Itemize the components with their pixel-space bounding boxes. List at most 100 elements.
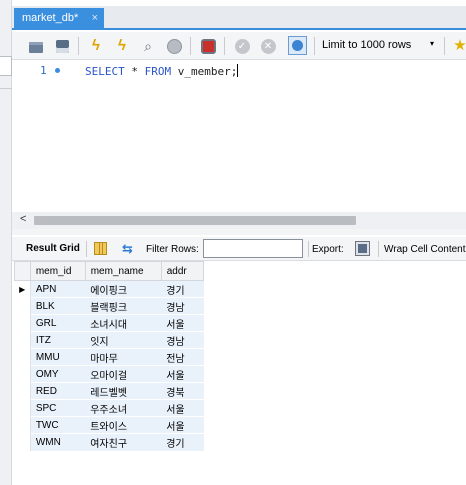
table-row[interactable]: GRL 소녀시대 서울	[14, 314, 204, 332]
table-row[interactable]: WMN 여자친구 경기	[14, 433, 204, 451]
filter-rows-input[interactable]	[203, 239, 303, 258]
cell-mem-name[interactable]: 소녀시대	[85, 314, 162, 332]
scroll-left-icon[interactable]: <	[20, 213, 26, 225]
export-label: Export:	[312, 244, 344, 255]
table-row[interactable]: ▶ APN 에이핑크 경기	[14, 280, 204, 298]
stop-on-error-icon[interactable]	[200, 38, 216, 54]
cell-mem-name[interactable]: 마마무	[85, 348, 162, 366]
cell-mem-name[interactable]: 우주소녀	[85, 399, 162, 417]
sql-code-line[interactable]: SELECT * FROM v_member;	[85, 64, 239, 78]
cell-addr[interactable]: 서울	[161, 416, 204, 434]
toolbar-separator	[78, 37, 79, 55]
filter-rows-label: Filter Rows:	[146, 244, 199, 255]
cell-mem-id[interactable]: ITZ	[30, 331, 86, 349]
left-panel-input-edge[interactable]	[0, 56, 12, 76]
tab-market-db[interactable]: market_db* ×	[14, 8, 104, 30]
explain-icon[interactable]: ⌕	[140, 38, 156, 54]
cell-mem-name[interactable]: 에이핑크	[85, 280, 162, 298]
table-row[interactable]: MMU 마마무 전남	[14, 348, 204, 366]
rollback-icon[interactable]: ✕	[260, 38, 276, 54]
table-row[interactable]: TWC 트와이스 서울	[14, 416, 204, 434]
result-grid-label[interactable]: Result Grid	[26, 243, 80, 254]
toolbar-separator	[86, 241, 87, 257]
cell-mem-id[interactable]: GRL	[30, 314, 86, 332]
sql-text: v_member;	[171, 65, 238, 78]
row-indicator[interactable]	[14, 416, 31, 434]
wrap-cell-content-label[interactable]: Wrap Cell Content	[384, 244, 466, 255]
left-panel-divider	[0, 88, 12, 89]
scrollbar-thumb[interactable]	[34, 216, 356, 225]
cell-mem-name[interactable]: 트와이스	[85, 416, 162, 434]
row-indicator[interactable]	[14, 348, 31, 366]
row-indicator-header	[14, 261, 31, 281]
execute-current-icon[interactable]: ϟ	[114, 38, 130, 54]
chevron-down-icon[interactable]: ▾	[430, 39, 434, 48]
stop-icon[interactable]	[166, 38, 182, 54]
cell-addr[interactable]: 경기	[161, 433, 204, 451]
toolbar-separator	[190, 37, 191, 55]
cell-mem-id[interactable]: WMN	[30, 433, 86, 451]
export-icon[interactable]	[355, 241, 370, 256]
cell-mem-id[interactable]: TWC	[30, 416, 86, 434]
execute-icon[interactable]: ϟ	[88, 38, 104, 54]
cell-addr[interactable]: 경기	[161, 280, 204, 298]
cell-addr[interactable]: 경남	[161, 297, 204, 315]
result-grid: mem_id mem_name addr ▶ APN 에이핑크 경기 BLK 블랙핑크 경남…	[14, 261, 205, 451]
text-cursor	[237, 64, 239, 77]
refresh-arrows-icon[interactable]: ⇆	[122, 241, 133, 257]
cell-addr[interactable]: 서울	[161, 365, 204, 383]
row-indicator[interactable]	[14, 331, 31, 349]
tab-close-icon[interactable]: ×	[92, 12, 98, 24]
autocommit-toggle-icon[interactable]	[288, 36, 307, 55]
column-header-mem-name[interactable]: mem_name	[84, 261, 162, 281]
result-grid-toolbar: Result Grid ⇆ Filter Rows: Export: Wrap …	[12, 237, 466, 261]
table-row[interactable]: BLK 블랙핑크 경남	[14, 297, 204, 315]
cell-mem-id[interactable]: SPC	[30, 399, 86, 417]
cell-mem-name[interactable]: 여자친구	[85, 433, 162, 451]
row-indicator[interactable]	[14, 314, 31, 332]
tab-title: market_db*	[22, 12, 79, 24]
save-icon[interactable]	[54, 38, 70, 54]
cell-mem-id[interactable]: BLK	[30, 297, 86, 315]
cell-mem-name[interactable]: 레드벨벳	[85, 382, 162, 400]
sql-editor-toolbar: ϟ ϟ ⌕ ✓ ✕ Limit to 1000 rows ▾ ★	[12, 32, 466, 60]
row-indicator[interactable]	[14, 433, 31, 451]
cell-mem-name[interactable]: 블랙핑크	[85, 297, 162, 315]
table-row[interactable]: ITZ 잇지 경남	[14, 331, 204, 349]
cell-addr[interactable]: 경북	[161, 382, 204, 400]
cell-addr[interactable]: 경남	[161, 331, 204, 349]
row-indicator[interactable]	[14, 399, 31, 417]
table-row[interactable]: RED 레드벨벳 경북	[14, 382, 204, 400]
column-header-addr[interactable]: addr	[160, 261, 205, 281]
statement-marker-icon	[55, 68, 60, 73]
cell-mem-id[interactable]: MMU	[30, 348, 86, 366]
limit-rows-select[interactable]: Limit to 1000 rows	[322, 39, 411, 51]
bookmark-star-icon[interactable]: ★	[452, 38, 466, 54]
cell-mem-id[interactable]: RED	[30, 382, 86, 400]
splitter[interactable]	[12, 229, 466, 235]
cell-addr[interactable]: 서울	[161, 314, 204, 332]
row-indicator[interactable]	[14, 365, 31, 383]
column-header-mem-id[interactable]: mem_id	[29, 261, 86, 281]
line-number: 1	[40, 64, 47, 77]
cell-addr[interactable]: 전남	[161, 348, 204, 366]
sql-keyword: SELECT	[85, 65, 125, 78]
row-indicator[interactable]: ▶	[14, 280, 31, 298]
toolbar-separator	[444, 37, 445, 55]
cell-mem-name[interactable]: 오마이걸	[85, 365, 162, 383]
cell-mem-name[interactable]: 잇지	[85, 331, 162, 349]
row-indicator[interactable]	[14, 297, 31, 315]
grid-view-icon[interactable]	[94, 242, 107, 255]
editor-horizontal-scrollbar[interactable]: <	[12, 212, 466, 229]
cell-addr[interactable]: 서울	[161, 399, 204, 417]
toolbar-separator	[378, 241, 379, 257]
cell-mem-id[interactable]: APN	[30, 280, 86, 298]
open-folder-icon[interactable]	[28, 38, 44, 54]
row-indicator[interactable]	[14, 382, 31, 400]
commit-icon[interactable]: ✓	[234, 38, 250, 54]
table-row[interactable]: SPC 우주소녀 서울	[14, 399, 204, 417]
cell-mem-id[interactable]: OMY	[30, 365, 86, 383]
sql-editor[interactable]: 1 SELECT * FROM v_member;	[12, 60, 466, 212]
toolbar-separator	[314, 37, 315, 55]
table-row[interactable]: OMY 오마이걸 서울	[14, 365, 204, 383]
